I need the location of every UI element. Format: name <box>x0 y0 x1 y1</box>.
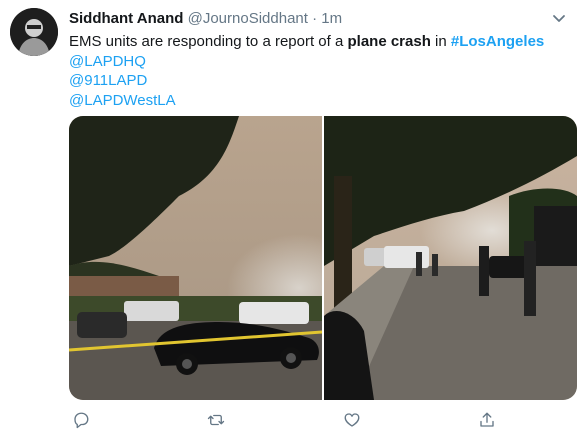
tweet-header: Siddhant Anand @JournoSiddhant · 1m <box>69 10 342 28</box>
tweet-timestamp[interactable]: 1m <box>321 10 342 27</box>
separator-dot: · <box>312 10 318 27</box>
photo-crash-scene-street[interactable] <box>324 116 577 400</box>
photo-crash-scene-car[interactable] <box>69 116 322 400</box>
author-handle[interactable]: @JournoSiddhant <box>188 10 308 27</box>
tweet-text: EMS units are responding to a report of … <box>69 32 569 110</box>
avatar[interactable] <box>10 8 58 56</box>
text-prefix: EMS units are responding to a report of … <box>69 33 348 50</box>
tweet-media <box>69 116 577 400</box>
share-icon[interactable] <box>475 408 499 432</box>
mention-911lapd[interactable]: @911LAPD <box>69 71 569 91</box>
more-options-chevron-down-icon[interactable] <box>549 8 569 28</box>
reply-icon[interactable] <box>69 408 93 432</box>
mention-lapdwestla[interactable]: @LAPDWestLA <box>69 91 569 111</box>
hashtag-losangeles[interactable]: #LosAngeles <box>451 33 544 50</box>
tweet-actions <box>69 408 499 432</box>
text-middle: in <box>430 33 451 50</box>
author-name[interactable]: Siddhant Anand <box>69 10 183 27</box>
mention-lapdhq[interactable]: @LAPDHQ <box>69 52 569 72</box>
text-bold-plane-crash: plane crash <box>347 33 431 50</box>
tweet[interactable]: Siddhant Anand @JournoSiddhant · 1m EMS … <box>0 0 579 436</box>
like-icon[interactable] <box>340 408 364 432</box>
retweet-icon[interactable] <box>204 408 228 432</box>
tweet-text-line-1: EMS units are responding to a report of … <box>69 32 569 52</box>
